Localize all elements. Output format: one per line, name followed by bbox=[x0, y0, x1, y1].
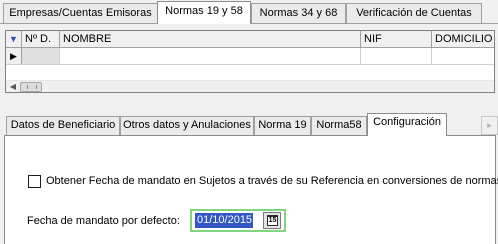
obtener-fecha-mandato-checkbox[interactable] bbox=[28, 175, 41, 188]
column-header-nd[interactable]: Nº D. bbox=[22, 31, 60, 48]
tab-scroll-icon[interactable]: ▸ bbox=[481, 116, 498, 135]
column-header-nif[interactable]: NIF bbox=[361, 31, 432, 48]
calendar-button[interactable]: 15 bbox=[263, 212, 281, 229]
obtener-fecha-mandato-label[interactable]: Obtener Fecha de mandato en Sujetos a tr… bbox=[46, 174, 498, 189]
tab-configuracion[interactable]: Configuración bbox=[367, 113, 447, 136]
horizontal-scrollbar[interactable]: ◀ bbox=[6, 80, 494, 92]
tab-norma58[interactable]: Norma58 bbox=[311, 116, 367, 135]
tab-normas-19-58[interactable]: Normas 19 y 58 bbox=[157, 1, 251, 24]
table-cell-nif[interactable] bbox=[361, 48, 432, 64]
column-header-nombre[interactable]: NOMBRE bbox=[60, 31, 361, 48]
panel-splitter[interactable] bbox=[0, 96, 498, 113]
table-cell-nd[interactable] bbox=[22, 48, 60, 64]
scroll-left-arrow-icon[interactable]: ◀ bbox=[7, 82, 19, 92]
tab-verificacion-cuentas[interactable]: Verificación de Cuentas bbox=[346, 3, 482, 23]
tab-empresas-cuentas-emisoras[interactable]: Empresas/Cuentas Emisoras bbox=[3, 3, 158, 23]
tab-datos-beneficiario[interactable]: Datos de Beneficiario bbox=[6, 116, 120, 135]
filter-triangle-icon[interactable]: ▼ bbox=[6, 31, 22, 48]
scrollbar-thumb[interactable] bbox=[20, 82, 42, 92]
tab-otros-datos-anulaciones[interactable]: Otros datos y Anulaciones bbox=[120, 116, 254, 135]
tab-normas-34-68[interactable]: Normas 34 y 68 bbox=[251, 3, 346, 23]
current-row-arrow-icon: ▶ bbox=[6, 48, 22, 64]
column-header-domicilio[interactable]: DOMICILIO bbox=[432, 31, 494, 48]
records-grid[interactable]: ▼ Nº D. NOMBRE NIF DOMICILIO ▶ ◀ bbox=[5, 30, 495, 93]
table-cell-domicilio[interactable] bbox=[432, 48, 494, 64]
table-row[interactable]: ▶ bbox=[6, 48, 494, 65]
top-tab-bar: Empresas/Cuentas Emisoras Normas 19 y 58… bbox=[0, 0, 498, 24]
fecha-mandato-input[interactable]: 01/10/2015 bbox=[195, 213, 253, 228]
fecha-mandato-field[interactable]: 01/10/2015 15 bbox=[190, 209, 286, 232]
calendar-icon: 15 bbox=[267, 215, 278, 226]
table-cell-nombre[interactable] bbox=[60, 48, 361, 64]
fecha-mandato-label: Fecha de mandato por defecto: bbox=[27, 215, 180, 227]
tab-norma-19[interactable]: Norma 19 bbox=[254, 116, 311, 135]
